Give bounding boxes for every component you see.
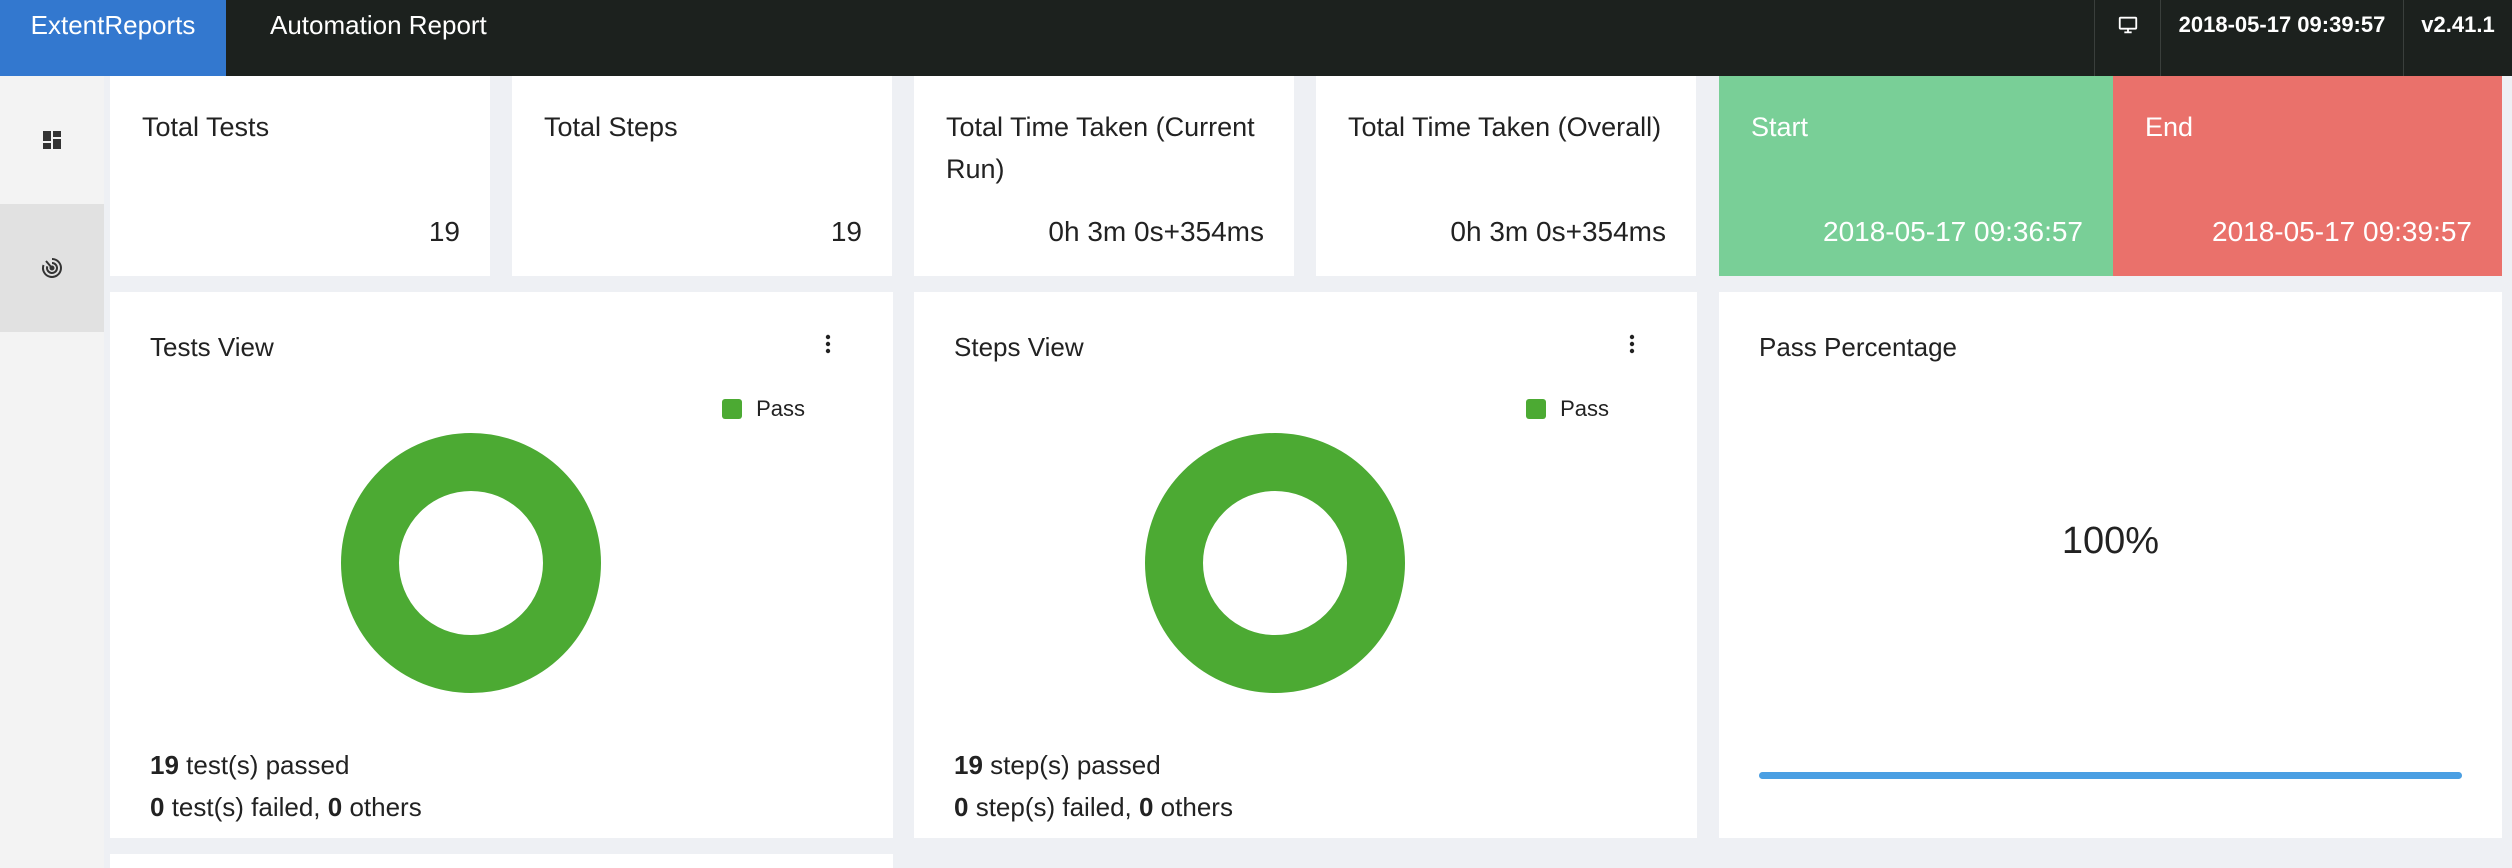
tests-view-panel: Tests View Pass 19 test(s) passed 0 test…	[110, 292, 893, 838]
steps-others-text: others	[1153, 792, 1233, 822]
total-steps-label: Total Steps	[544, 112, 678, 142]
total-tests-label: Total Tests	[142, 112, 270, 142]
steps-donut-chart[interactable]	[1144, 432, 1406, 694]
start-card: Start 2018-05-17 09:36:57	[1719, 76, 2113, 276]
pass-progress-bar	[1759, 772, 2462, 779]
steps-view-panel: Steps View Pass 19 step(s) passed 0 step…	[914, 292, 1697, 838]
tests-passed-text: test(s) passed	[178, 750, 350, 780]
time-overall-value: 0h 3m 0s+354ms	[1450, 216, 1666, 247]
legend-swatch-pass	[722, 399, 743, 419]
steps-others-count: 0	[1138, 792, 1154, 822]
version-label: v2.41.1	[2403, 0, 2512, 76]
donut-slice-pass	[341, 433, 601, 693]
time-current-value: 0h 3m 0s+354ms	[1048, 216, 1264, 247]
tests-others-text: others	[342, 792, 422, 822]
legend-label-pass: Pass	[756, 396, 805, 421]
tests-view-title: Tests View	[150, 332, 274, 362]
total-steps-value: 19	[830, 216, 862, 247]
pass-percentage-title: Pass Percentage	[1759, 332, 1958, 362]
start-label: Start	[1751, 112, 1809, 142]
pass-percentage-value: 100%	[2061, 520, 2160, 562]
end-card: End 2018-05-17 09:39:57	[2113, 76, 2502, 276]
tests-others-count: 0	[327, 792, 343, 822]
legend-label-pass: Pass	[1560, 396, 1609, 421]
steps-failed-text: step(s) failed,	[968, 792, 1139, 822]
tests-passed-count: 19	[150, 750, 179, 780]
top-navbar: ExtentReports Automation Report 2018-05-…	[0, 0, 2512, 76]
sidebar-item-tests[interactable]	[0, 204, 104, 332]
end-value: 2018-05-17 09:39:57	[2212, 216, 2472, 247]
steps-failed-count: 0	[954, 792, 969, 822]
tests-failed-count: 0	[150, 792, 165, 822]
tests-failed-text: test(s) failed,	[164, 792, 328, 822]
time-overall-label: Total Time Taken (Overall)	[1348, 112, 1662, 142]
steps-passed-count: 19	[954, 750, 983, 780]
report-name: Automation Report	[270, 9, 487, 40]
legend-swatch-pass	[1526, 399, 1547, 419]
more-options-icon[interactable]	[823, 332, 833, 356]
more-options-icon[interactable]	[1627, 332, 1637, 356]
nav-right-group: 2018-05-17 09:39:57 v2.41.1	[2094, 0, 2512, 76]
total-tests-value: 19	[428, 216, 460, 247]
steps-view-title: Steps View	[954, 332, 1084, 362]
donut-slice-pass	[1145, 433, 1405, 693]
total-tests-card: Total Tests 19	[110, 76, 490, 276]
report-date: 2018-05-17 09:39:57	[2160, 0, 2403, 76]
time-overall-card: Total Time Taken (Overall) 0h 3m 0s+354m…	[1316, 76, 1696, 276]
dashboard-icon	[43, 131, 61, 149]
radar-icon	[42, 258, 62, 278]
total-steps-card: Total Steps 19	[512, 76, 892, 276]
tests-donut-chart[interactable]	[340, 432, 602, 694]
lower-panel	[110, 854, 893, 868]
sidebar	[0, 76, 104, 868]
time-current-label: Total Time Taken (Current Run)	[946, 112, 1255, 184]
time-current-card: Total Time Taken (Current Run) 0h 3m 0s+…	[914, 76, 1294, 276]
steps-summary: 19 step(s) passed 0 step(s) failed, 0 ot…	[954, 744, 1233, 828]
chart-legend[interactable]: Pass	[1526, 396, 1609, 422]
sidebar-item-dashboard[interactable]	[0, 76, 104, 204]
brand-logo[interactable]: ExtentReports	[0, 0, 226, 76]
chart-legend[interactable]: Pass	[722, 396, 805, 422]
steps-passed-text: step(s) passed	[982, 750, 1161, 780]
pass-percentage-panel: Pass Percentage 100%	[1719, 292, 2502, 838]
tests-summary: 19 test(s) passed 0 test(s) failed, 0 ot…	[150, 744, 422, 828]
monitor-icon[interactable]	[2094, 0, 2160, 76]
pass-progress-fill	[1759, 772, 2462, 779]
end-label: End	[2145, 112, 2194, 142]
start-value: 2018-05-17 09:36:57	[1823, 216, 2083, 247]
